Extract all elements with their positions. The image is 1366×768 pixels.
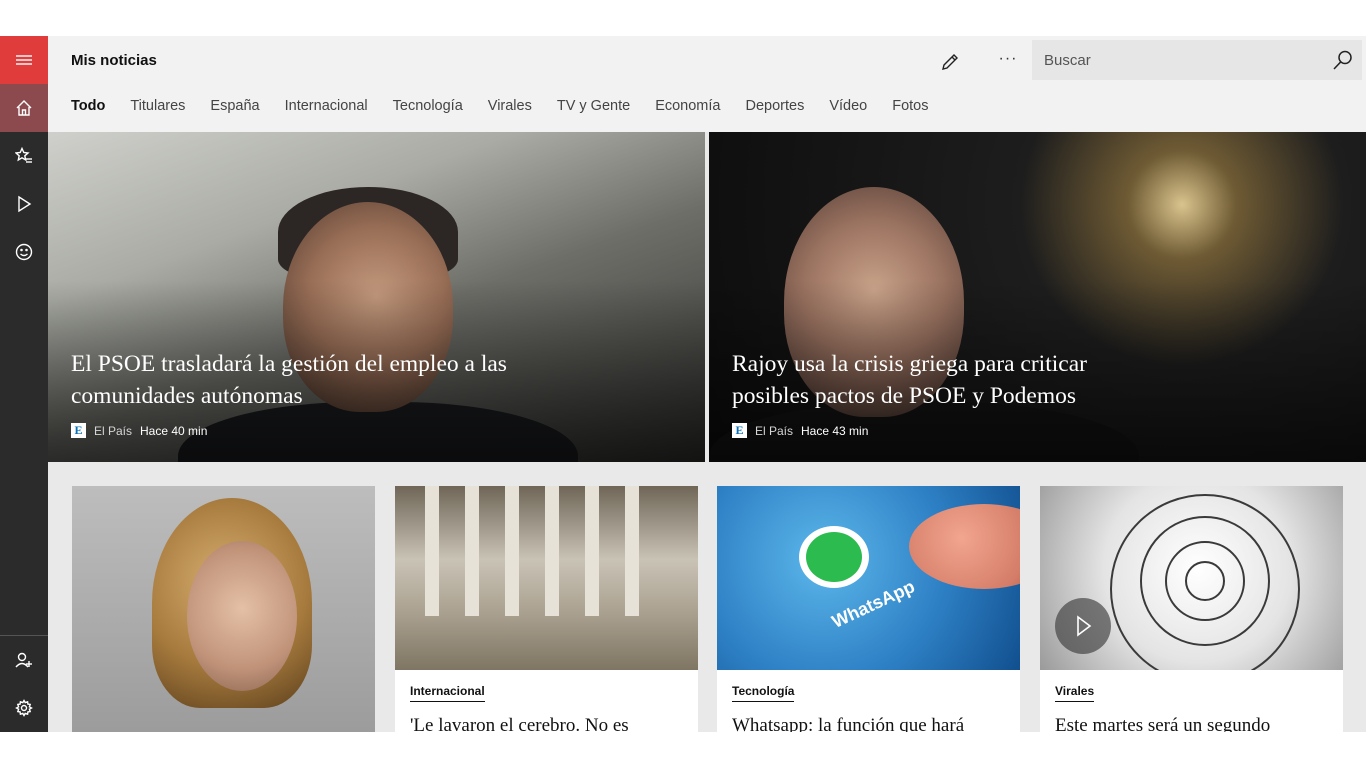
favorites-icon xyxy=(15,147,32,163)
tab-titulares[interactable]: Titulares xyxy=(130,98,185,122)
source-logo: E xyxy=(71,423,86,438)
entertainment-button[interactable] xyxy=(0,228,48,276)
pencil-icon xyxy=(942,54,958,70)
play-icon xyxy=(18,195,32,213)
article-category[interactable]: Tecnología xyxy=(732,684,795,702)
hamburger-icon xyxy=(16,55,32,65)
photo-column xyxy=(585,486,599,616)
home-icon xyxy=(16,100,32,116)
clock-ring xyxy=(1185,561,1225,601)
home-button[interactable] xyxy=(0,84,48,132)
article-category[interactable]: Virales xyxy=(1055,684,1095,702)
emoji-icon xyxy=(15,243,33,261)
category-tabs: Todo Titulares España Internacional Tecn… xyxy=(71,98,954,122)
tab-tecnologia[interactable]: Tecnología xyxy=(393,98,463,122)
add-user-icon xyxy=(15,652,32,668)
photo-column xyxy=(625,486,639,616)
hero-article-1[interactable]: El PSOE trasladará la gestión del empleo… xyxy=(48,132,705,462)
article-image xyxy=(395,486,698,670)
tab-video[interactable]: Vídeo xyxy=(829,98,867,122)
source-name: El País xyxy=(94,423,133,438)
play-video-button[interactable] xyxy=(1055,598,1111,654)
photo-column xyxy=(505,486,519,616)
article-headline[interactable]: Este martes será un segundo xyxy=(1055,714,1335,732)
article-card-2[interactable]: Internacional 'Le lavaron el cerebro. No… xyxy=(395,486,698,732)
favorites-button[interactable] xyxy=(0,132,48,180)
hero-headline[interactable]: El PSOE trasladará la gestión del empleo… xyxy=(71,348,551,412)
article-card-1[interactable] xyxy=(72,486,375,732)
tab-internacional[interactable]: Internacional xyxy=(285,98,368,122)
header-bar: Mis noticias ··· Todo Titulares España I… xyxy=(48,36,1366,132)
article-headline[interactable]: Whatsapp: la función que hará xyxy=(732,714,1012,732)
hamburger-menu-button[interactable] xyxy=(0,36,48,84)
timestamp: Hace 43 min xyxy=(801,423,869,438)
photo-finger xyxy=(909,504,1020,589)
hero-meta: E El País Hace 40 min xyxy=(71,423,207,438)
tab-fotos[interactable]: Fotos xyxy=(892,98,928,122)
article-card-4[interactable]: Virales Este martes será un segundo xyxy=(1040,486,1343,732)
search-icon xyxy=(1333,50,1352,70)
account-button[interactable] xyxy=(0,636,48,684)
photo-column xyxy=(425,486,439,616)
hero-meta: E El País Hace 43 min xyxy=(732,423,868,438)
search-box xyxy=(1032,40,1362,80)
video-button[interactable] xyxy=(0,180,48,228)
hero-headline[interactable]: Rajoy usa la crisis griega para criticar… xyxy=(732,348,1162,412)
article-card-3[interactable]: WhatsApp Tecnología Whatsapp: la función… xyxy=(717,486,1020,732)
gear-icon xyxy=(15,699,33,717)
page-title: Mis noticias xyxy=(71,52,157,69)
timestamp: Hace 40 min xyxy=(140,423,208,438)
photo-face xyxy=(187,541,297,691)
play-icon xyxy=(1077,615,1092,637)
settings-button[interactable] xyxy=(0,684,48,732)
article-image xyxy=(1040,486,1343,670)
tab-todo[interactable]: Todo xyxy=(71,98,105,122)
hero-gradient xyxy=(709,132,1366,462)
article-category[interactable]: Internacional xyxy=(410,684,485,702)
search-button[interactable] xyxy=(1332,49,1354,71)
article-image: WhatsApp xyxy=(717,486,1020,670)
more-options-button[interactable]: ··· xyxy=(994,48,1022,76)
news-app-window: Mis noticias ··· Todo Titulares España I… xyxy=(0,36,1366,732)
tab-deportes[interactable]: Deportes xyxy=(745,98,804,122)
tab-virales[interactable]: Virales xyxy=(488,98,532,122)
whatsapp-logo-fill xyxy=(806,532,862,582)
article-image xyxy=(72,486,375,732)
navigation-rail xyxy=(0,36,48,732)
edit-button[interactable] xyxy=(936,48,964,76)
tab-espana[interactable]: España xyxy=(210,98,259,122)
photo-column xyxy=(545,486,559,616)
tab-economia[interactable]: Economía xyxy=(655,98,720,122)
hero-gradient xyxy=(48,132,705,462)
article-headline[interactable]: 'Le lavaron el cerebro. No es xyxy=(410,714,690,732)
photo-column xyxy=(465,486,479,616)
search-input[interactable] xyxy=(1032,40,1322,80)
hero-article-2[interactable]: Rajoy usa la crisis griega para criticar… xyxy=(709,132,1366,462)
source-logo: E xyxy=(732,423,747,438)
source-name: El País xyxy=(755,423,794,438)
tab-tv-y-gente[interactable]: TV y Gente xyxy=(557,98,630,122)
